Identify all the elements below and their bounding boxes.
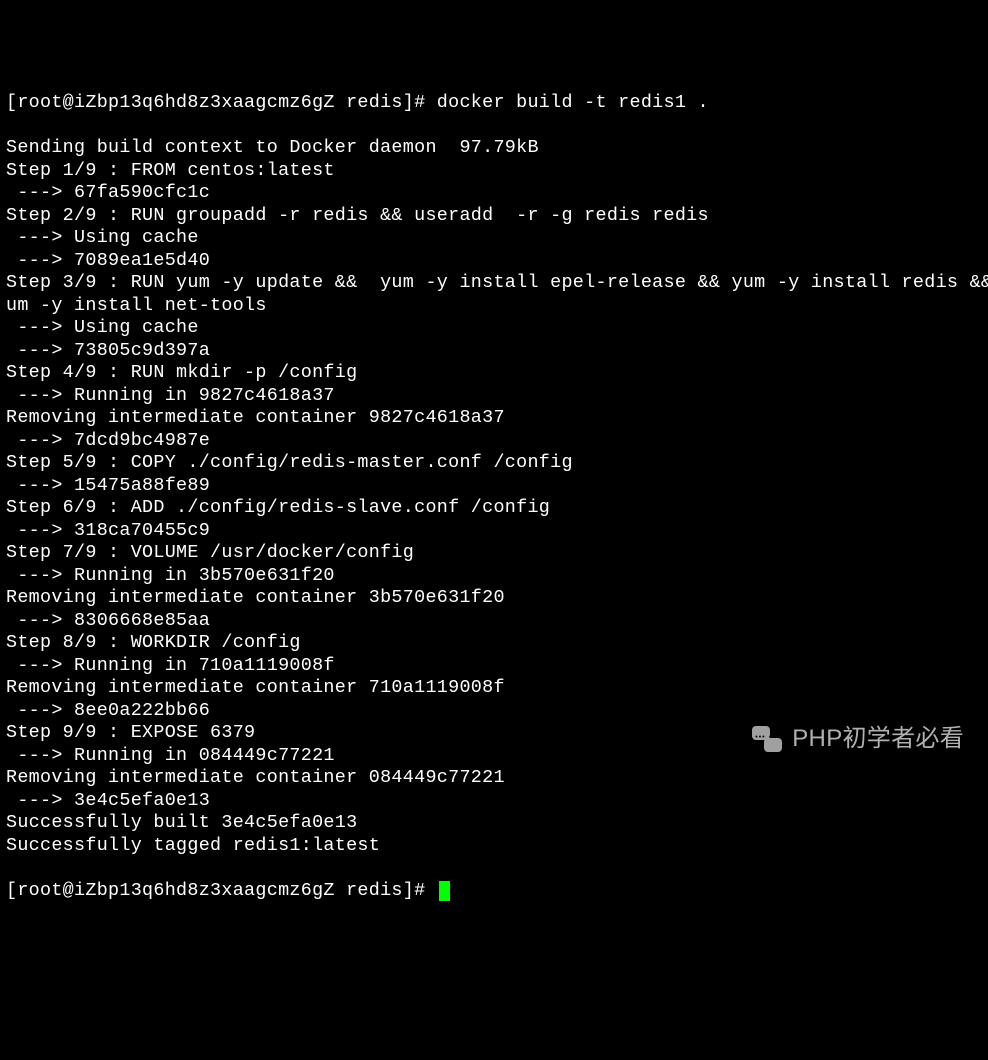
terminal-line: Step 8/9 : WORKDIR /config <box>6 632 982 655</box>
terminal-line: Step 4/9 : RUN mkdir -p /config <box>6 362 982 385</box>
cursor-icon <box>439 881 450 901</box>
terminal-line: ---> 318ca70455c9 <box>6 520 982 543</box>
terminal-line: ---> 8ee0a222bb66 <box>6 700 982 723</box>
terminal-line: Step 6/9 : ADD ./config/redis-slave.conf… <box>6 497 982 520</box>
terminal-line: Removing intermediate container 9827c461… <box>6 407 982 430</box>
terminal-line: Step 1/9 : FROM centos:latest <box>6 160 982 183</box>
terminal-line-prompt2[interactable]: [root@iZbp13q6hd8z3xaagcmz6gZ redis]# <box>6 880 982 903</box>
terminal-line: Successfully tagged redis1:latest <box>6 835 982 858</box>
terminal-line: um -y install net-tools <box>6 295 982 318</box>
wechat-icon: ••• ••• <box>752 726 782 752</box>
terminal-line: ---> 73805c9d397a <box>6 340 982 363</box>
terminal-line: Step 7/9 : VOLUME /usr/docker/config <box>6 542 982 565</box>
terminal-line: Removing intermediate container 710a1119… <box>6 677 982 700</box>
terminal-line: Successfully built 3e4c5efa0e13 <box>6 812 982 835</box>
terminal-line: ---> Using cache <box>6 227 982 250</box>
terminal-line: ---> 67fa590cfc1c <box>6 182 982 205</box>
terminal-line: Step 5/9 : COPY ./config/redis-master.co… <box>6 452 982 475</box>
terminal-line: ---> 3e4c5efa0e13 <box>6 790 982 813</box>
watermark-text: PHP初学者必看 <box>792 728 964 751</box>
terminal-line: Sending build context to Docker daemon 9… <box>6 137 982 160</box>
terminal-line: ---> 15475a88fe89 <box>6 475 982 498</box>
terminal-line: Step 2/9 : RUN groupadd -r redis && user… <box>6 205 982 228</box>
watermark: ••• ••• PHP初学者必看 <box>752 726 964 752</box>
terminal-line: Step 3/9 : RUN yum -y update && yum -y i… <box>6 272 982 295</box>
terminal-line: ---> Running in 9827c4618a37 <box>6 385 982 408</box>
terminal-line: ---> Running in 710a1119008f <box>6 655 982 678</box>
terminal-line: ---> 7089ea1e5d40 <box>6 250 982 273</box>
terminal-line: ---> 8306668e85aa <box>6 610 982 633</box>
terminal-line: Removing intermediate container 3b570e63… <box>6 587 982 610</box>
terminal-line: ---> Running in 3b570e631f20 <box>6 565 982 588</box>
terminal-line: Removing intermediate container 084449c7… <box>6 767 982 790</box>
terminal-line: ---> Using cache <box>6 317 982 340</box>
terminal-line: ---> 7dcd9bc4987e <box>6 430 982 453</box>
prompt-text: [root@iZbp13q6hd8z3xaagcmz6gZ redis]# <box>6 880 437 901</box>
terminal-line-prompt[interactable]: [root@iZbp13q6hd8z3xaagcmz6gZ redis]# do… <box>6 92 982 115</box>
